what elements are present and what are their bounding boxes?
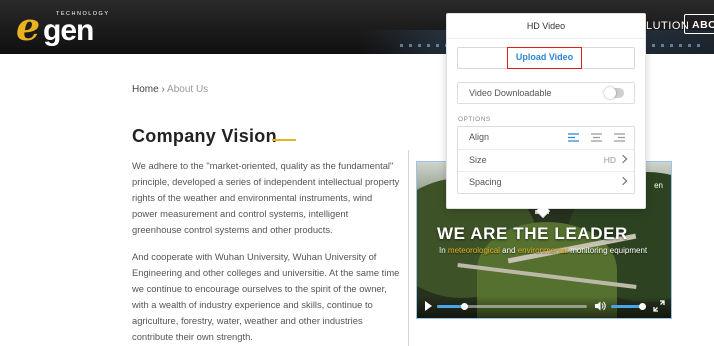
option-spacing[interactable]: Spacing — [458, 171, 634, 194]
video-subtitle-suffix: monitoring equipment — [567, 246, 648, 255]
option-align-label: Align — [469, 132, 490, 142]
paragraph-1: We adhere to the "market-oriented, quali… — [132, 160, 400, 235]
align-center-icon[interactable] — [591, 133, 602, 142]
panel-divider — [447, 38, 645, 39]
options-heading: OPTIONS — [458, 116, 491, 123]
option-size-label: Size — [469, 155, 487, 165]
video-subtitle-highlight: meteorological — [447, 246, 500, 255]
video-downloadable-toggle[interactable] — [604, 87, 624, 99]
video-settings-panel: HD Video Upload Video Video Downloadable… — [446, 13, 646, 209]
chevron-right-icon — [618, 176, 628, 186]
volume-handle[interactable] — [639, 303, 646, 310]
breadcrumb-separator: › — [161, 84, 165, 95]
breadcrumb: Home › About Us — [132, 84, 208, 95]
video-progress-fill — [437, 305, 464, 308]
video-headline: WE ARE THE LEADER — [437, 224, 628, 243]
align-left-icon[interactable] — [568, 133, 579, 142]
play-icon[interactable] — [425, 301, 432, 311]
volume-icon[interactable] — [594, 300, 606, 312]
logo-mark: e — [16, 4, 41, 49]
video-subtitle: In meteorological and environmental moni… — [439, 246, 647, 255]
video-downloadable-label: Video Downloadable — [469, 88, 552, 98]
breadcrumb-current: About Us — [167, 84, 209, 95]
nav-item-about[interactable]: ABOU — [684, 14, 714, 34]
video-progress-bar[interactable] — [437, 303, 587, 310]
option-size[interactable]: Size HD — [458, 149, 634, 172]
video-controls — [417, 296, 671, 318]
column-divider — [408, 150, 409, 346]
video-subtitle-prefix: In — [439, 246, 448, 255]
upload-video-button[interactable]: Upload Video — [507, 47, 582, 69]
breadcrumb-home[interactable]: Home — [132, 84, 159, 95]
panel-title: HD Video — [526, 21, 566, 31]
video-corner-text: en — [654, 181, 663, 190]
align-right-icon[interactable] — [614, 133, 625, 142]
logo[interactable]: e TECHNOLOGY gen — [16, 4, 136, 49]
title-underline — [272, 139, 296, 141]
video-subtitle-mid: and — [499, 246, 518, 255]
page-title: Company Vision — [132, 126, 277, 146]
video-progress-handle[interactable] — [461, 303, 468, 310]
logo-name: gen — [43, 14, 94, 47]
nav-item-solution[interactable]: LUTION — [646, 20, 689, 32]
option-spacing-label: Spacing — [469, 177, 502, 187]
fullscreen-icon[interactable] — [653, 300, 665, 312]
paragraph-2: And cooperate with Wuhan University, Wuh… — [132, 251, 400, 342]
video-downloadable-row[interactable]: Video Downloadable — [457, 82, 635, 104]
chevron-right-icon — [618, 154, 628, 164]
option-align: Align — [458, 127, 634, 149]
toggle-knob — [604, 87, 616, 99]
options-group: Align Size HD Spacing — [457, 126, 635, 194]
option-size-value: HD — [603, 155, 616, 165]
video-subtitle-highlight: environmental — [517, 246, 568, 255]
